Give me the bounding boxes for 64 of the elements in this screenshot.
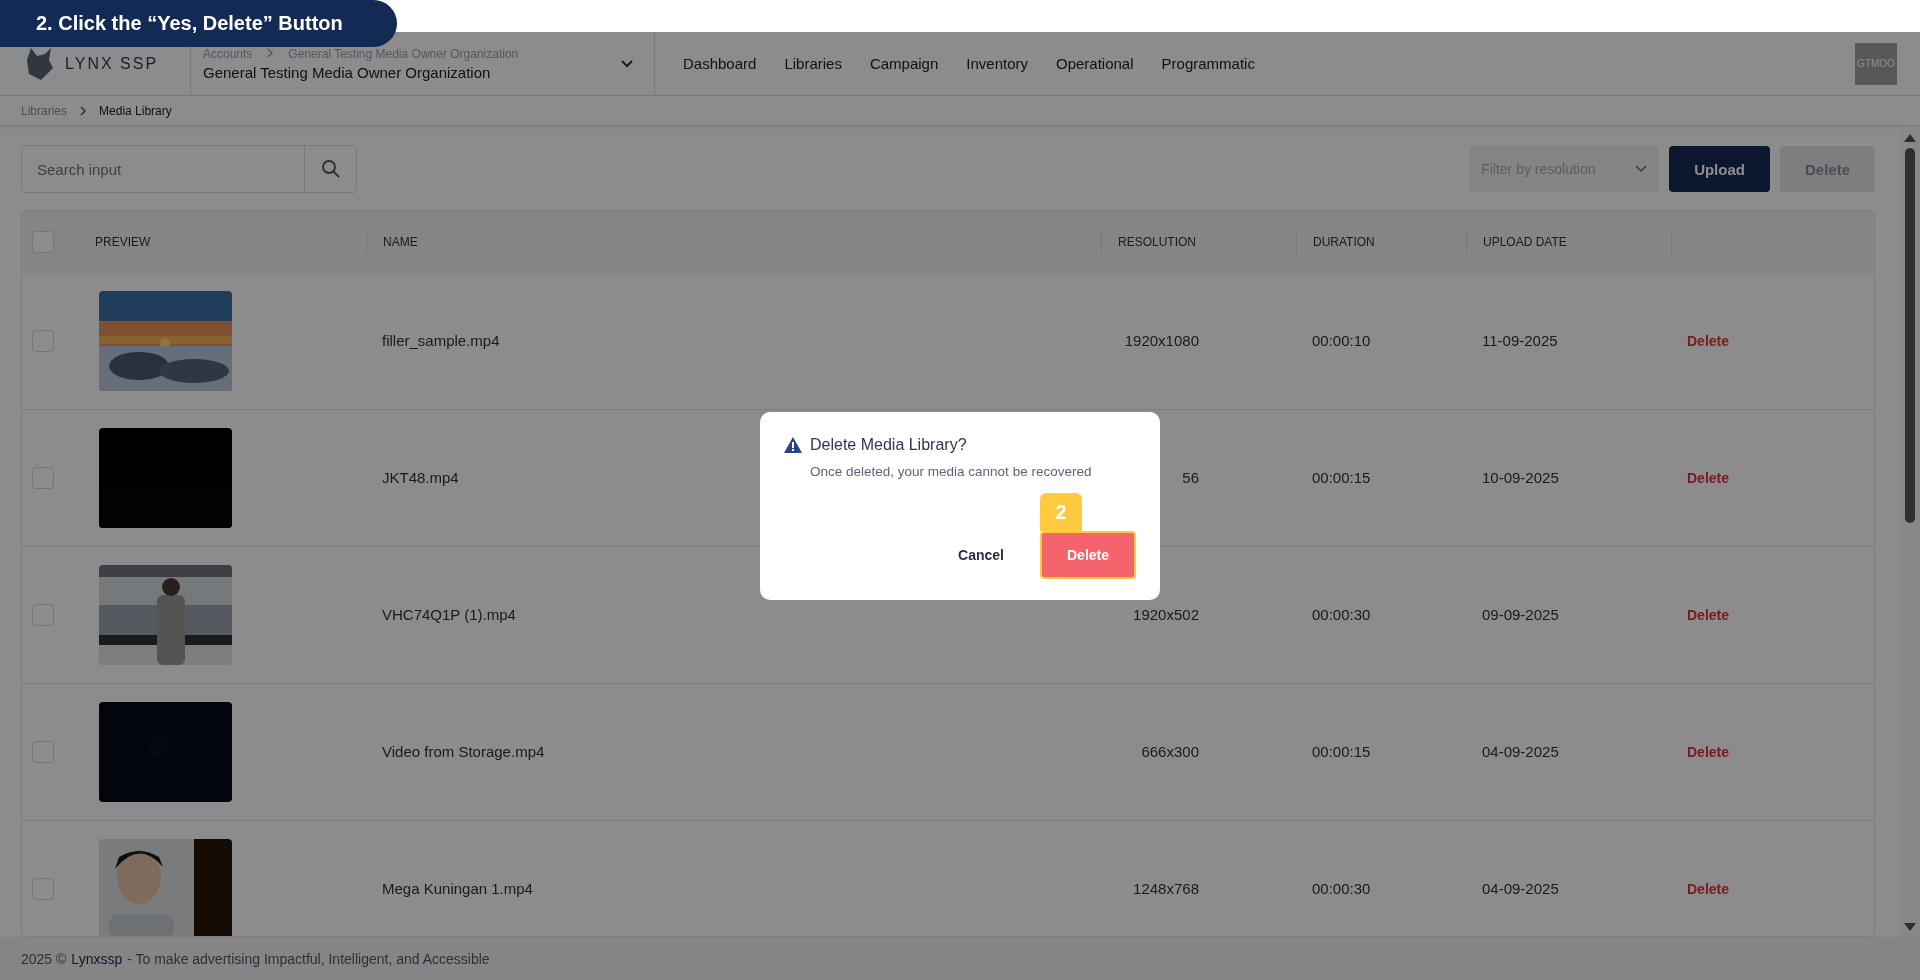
tutorial-banner: 2. Click the “Yes, Delete” Button xyxy=(0,0,397,47)
table-cell: 09-09-2025 xyxy=(1482,606,1559,623)
breadcrumb-link[interactable]: Libraries xyxy=(21,103,68,118)
delete-link[interactable]: Delete xyxy=(1671,744,1730,760)
table-cell: 10-09-2025 xyxy=(1482,469,1559,486)
nav-link[interactable]: Operational xyxy=(1056,55,1134,72)
step-badge: 2 xyxy=(1040,493,1082,531)
table-cell: 04-09-2025 xyxy=(1482,880,1559,897)
delete-link[interactable]: Delete xyxy=(1671,607,1730,623)
delete-link[interactable]: Delete xyxy=(1671,333,1730,349)
table-cell: JKT48.mp4 xyxy=(382,469,459,486)
nav-link[interactable]: Campaign xyxy=(869,55,939,72)
brand-link[interactable]: Lynxssp xyxy=(71,950,123,967)
table-cell: filler_sample.mp4 xyxy=(382,332,500,349)
column-header: UPLOAD DATE xyxy=(1466,229,1671,255)
table-cell: 00:00:15 xyxy=(1312,743,1371,760)
table-cell: 1920x1080 xyxy=(1124,332,1199,349)
upload-button[interactable]: Upload xyxy=(1669,146,1770,192)
table-cell: 11-09-2025 xyxy=(1482,332,1558,349)
confirm-delete-button[interactable]: Delete xyxy=(1040,531,1136,579)
chevron-right-icon xyxy=(79,104,88,117)
table-cell: Video from Storage.mp4 xyxy=(382,743,545,760)
scrollbar-thumb[interactable] xyxy=(1905,148,1915,523)
nav-link[interactable]: Libraries xyxy=(784,55,842,72)
dialog-title: Delete Media Library? xyxy=(810,436,967,454)
scroll-down-icon[interactable] xyxy=(1904,923,1916,931)
nav-link[interactable]: Programmatic xyxy=(1161,55,1255,72)
breadcrumb-link[interactable]: Media Library xyxy=(99,103,172,118)
search-field[interactable]: Search input xyxy=(22,146,304,192)
search-icon[interactable] xyxy=(320,159,341,179)
table-cell: 00:00:15 xyxy=(1312,469,1371,486)
table-cell: 04-09-2025 xyxy=(1482,743,1559,760)
table-cell: 00:00:10 xyxy=(1312,332,1371,349)
account-breadcrumb: General Testing Media Owner Organization xyxy=(288,46,519,61)
chevron-down-icon xyxy=(1635,165,1648,173)
table-cell: 56 xyxy=(1182,469,1199,486)
table-cell: 00:00:30 xyxy=(1312,606,1371,623)
table-cell: 1920x502 xyxy=(1133,606,1199,623)
column-header: DURATION xyxy=(1296,229,1466,255)
nav-link[interactable]: Dashboard xyxy=(683,55,757,72)
dialog-message: Once deleted, your media cannot be recovered xyxy=(809,464,1093,479)
scrollbar[interactable] xyxy=(1900,126,1920,937)
delete-link[interactable]: Delete xyxy=(1671,470,1730,486)
table-cell: VHC74Q1P (1).mp4 xyxy=(382,606,516,623)
footer-text: 2025 © xyxy=(21,950,67,967)
column-header: PREVIEW xyxy=(94,234,152,251)
table-cell: 00:00:30 xyxy=(1312,880,1371,897)
delete-link[interactable]: Delete xyxy=(1671,881,1730,897)
chevron-right-icon xyxy=(266,46,275,59)
cancel-button[interactable]: Cancel xyxy=(952,546,1010,564)
nav-link[interactable]: Inventory xyxy=(966,55,1028,72)
column-header: RESOLUTION xyxy=(1101,229,1296,255)
chevron-down-icon xyxy=(620,58,634,69)
table-cell: 666x300 xyxy=(1141,743,1199,760)
table-cell: 1248x768 xyxy=(1133,880,1199,897)
account-breadcrumb: Accounts xyxy=(203,46,253,61)
search-box[interactable]: Search input xyxy=(21,145,357,193)
warning-icon xyxy=(784,437,802,453)
column-header: NAME xyxy=(366,229,1101,255)
logo-text: LYNX SSP xyxy=(65,54,159,73)
scroll-up-icon[interactable] xyxy=(1904,134,1916,142)
table-cell: Mega Kuningan 1.mp4 xyxy=(382,880,533,897)
account-name: General Testing Media Owner Organization xyxy=(203,63,492,81)
footer-text: - To make advertising Impactful, Intelligent, and Accessible xyxy=(127,950,490,967)
